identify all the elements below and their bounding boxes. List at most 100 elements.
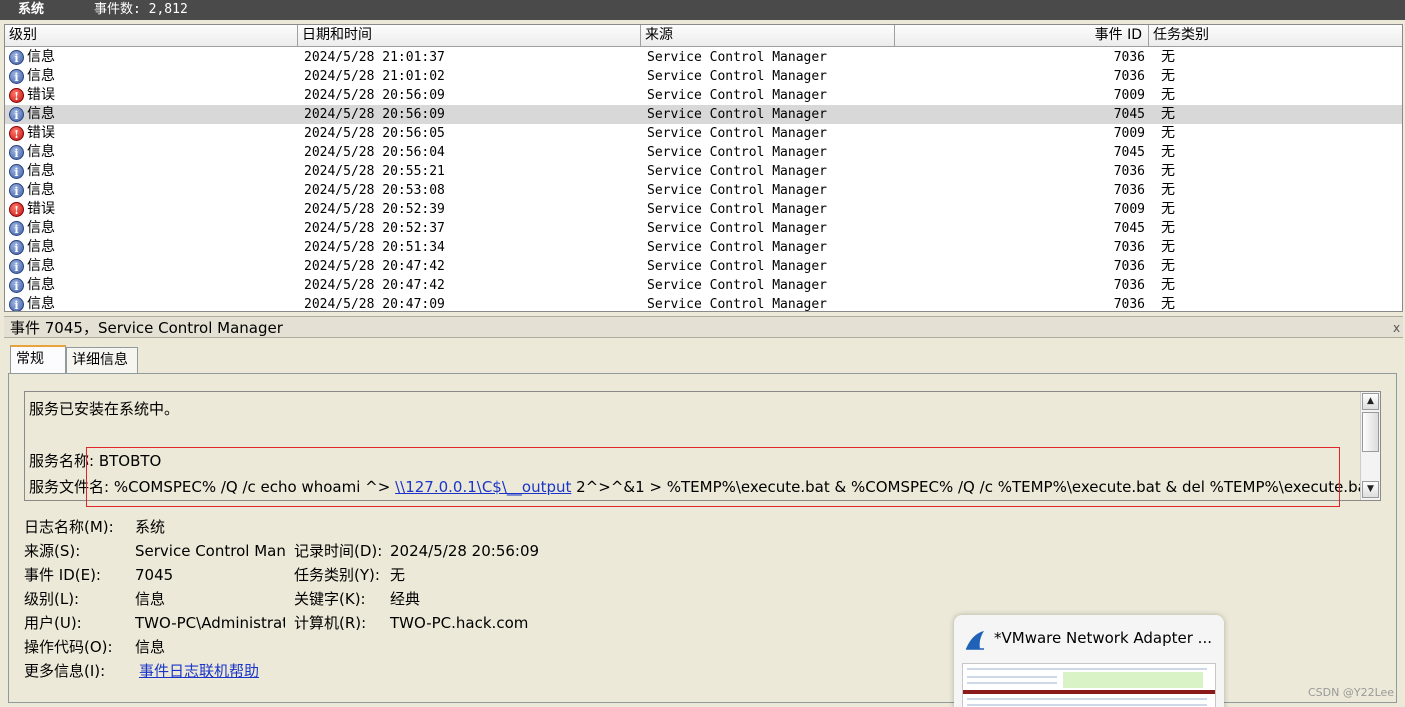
event-id-cell: 7045 bbox=[1113, 145, 1145, 160]
message-line: 服务已安装在系统中。 bbox=[29, 400, 180, 418]
service-name-value: BTOBTO bbox=[98, 452, 162, 470]
opcode-label: 操作代码(O): bbox=[24, 638, 113, 656]
source-cell: Service Control Manager bbox=[647, 221, 828, 236]
computer-label: 计算机(R): bbox=[294, 614, 367, 632]
event-list[interactable]: 级别 日期和时间 来源 事件 ID 任务类别 i 信息 2024/5/28 21:0… bbox=[4, 24, 1403, 312]
error-icon: ! bbox=[9, 202, 24, 217]
source-cell: Service Control Manager bbox=[647, 183, 828, 198]
detail-pane-title: 事件 7045，Service Control Manager x bbox=[4, 316, 1403, 338]
taskbar-thumbnail-popup[interactable]: *VMware Network Adapter ... bbox=[954, 615, 1224, 707]
source-cell: Service Control Manager bbox=[647, 202, 828, 217]
source-value: Service Control Man bbox=[135, 542, 285, 560]
level-text: 信息 bbox=[27, 144, 55, 160]
online-help-link[interactable]: 事件日志联机帮助 bbox=[139, 662, 259, 680]
level-text: 信息 bbox=[27, 220, 55, 236]
keywords-value: 经典 bbox=[390, 590, 421, 608]
level-text: 信息 bbox=[27, 258, 55, 274]
table-row[interactable]: i 信息 2024/5/28 20:47:42 Service Control Man… bbox=[5, 257, 1402, 276]
table-row[interactable]: i 信息 2024/5/28 20:47:09 Service Control Man… bbox=[5, 295, 1402, 312]
scroll-down-icon[interactable]: ▼ bbox=[1362, 481, 1379, 498]
event-id-cell: 7036 bbox=[1113, 69, 1145, 84]
table-row[interactable]: i 信息 2024/5/28 20:56:04 Service Control Man… bbox=[5, 143, 1402, 162]
event-id-cell: 7009 bbox=[1113, 88, 1145, 103]
column-header-event-id[interactable]: 事件 ID bbox=[895, 25, 1149, 46]
level-cell: i 信息 bbox=[9, 238, 55, 257]
event-id-cell: 7036 bbox=[1113, 164, 1145, 179]
log-name-label: 日志名称(M): bbox=[24, 518, 114, 536]
info-icon: i bbox=[9, 145, 24, 160]
level-cell: i 信息 bbox=[9, 181, 55, 200]
column-header-datetime[interactable]: 日期和时间 bbox=[298, 25, 641, 46]
logged-value: 2024/5/28 20:56:09 bbox=[390, 542, 540, 560]
event-id-cell: 7036 bbox=[1113, 278, 1145, 293]
thumb-line bbox=[967, 668, 1207, 670]
level-value: 信息 bbox=[135, 590, 166, 608]
level-text: 信息 bbox=[27, 296, 55, 312]
log-name-value: 系统 bbox=[135, 518, 166, 536]
event-message-box[interactable]: 服务已安装在系统中。 服务名称: BTOBTO 服务文件名: %COMSPEC%… bbox=[24, 391, 1381, 501]
log-name: 系统 bbox=[18, 2, 45, 17]
datetime-cell: 2024/5/28 20:47:42 bbox=[304, 278, 445, 293]
column-header-level[interactable]: 级别 bbox=[5, 25, 298, 46]
table-row[interactable]: i 信息 2024/5/28 20:56:09 Service Control Man… bbox=[5, 105, 1402, 124]
user-value: TWO-PC\Administrat bbox=[135, 614, 285, 632]
table-row[interactable]: i 信息 2024/5/28 21:01:02 Service Control Man… bbox=[5, 67, 1402, 86]
table-row[interactable]: i 信息 2024/5/28 20:47:42 Service Control Man… bbox=[5, 276, 1402, 295]
thumb-line bbox=[967, 676, 1057, 678]
more-info-label: 更多信息(I): bbox=[24, 662, 106, 680]
task-value: 无 bbox=[390, 566, 406, 584]
event-id-cell: 7036 bbox=[1113, 183, 1145, 198]
column-header-source[interactable]: 来源 bbox=[641, 25, 895, 46]
level-text: 信息 bbox=[27, 163, 55, 179]
datetime-cell: 2024/5/28 21:01:37 bbox=[304, 50, 445, 65]
table-row[interactable]: i 信息 2024/5/28 21:01:37 Service Control Man… bbox=[5, 48, 1402, 67]
log-title-bar: 系统 事件数: 2,812 bbox=[0, 0, 1405, 20]
level-cell: ! 错误 bbox=[9, 86, 55, 105]
error-icon: ! bbox=[9, 88, 24, 103]
table-row[interactable]: i 信息 2024/5/28 20:52:37 Service Control Man… bbox=[5, 219, 1402, 238]
task-cell: 无 bbox=[1161, 239, 1175, 255]
scroll-thumb[interactable] bbox=[1362, 412, 1379, 452]
tab-details[interactable]: 详细信息 bbox=[66, 347, 138, 373]
window-preview-thumbnail[interactable] bbox=[962, 663, 1216, 707]
event-id-cell: 7036 bbox=[1113, 50, 1145, 65]
tab-general[interactable]: 常规 bbox=[10, 345, 66, 373]
table-row[interactable]: i 信息 2024/5/28 20:53:08 Service Control Man… bbox=[5, 181, 1402, 200]
source-label: 来源(S): bbox=[24, 542, 81, 560]
task-label: 任务类别(Y): bbox=[294, 566, 380, 584]
thumb-line bbox=[967, 682, 1057, 684]
event-id-cell: 7045 bbox=[1113, 221, 1145, 236]
table-row[interactable]: ! 错误 2024/5/28 20:56:09 Service Control Man… bbox=[5, 86, 1402, 105]
close-icon[interactable]: x bbox=[1393, 317, 1403, 339]
message-scrollbar[interactable]: ▲ ▼ bbox=[1360, 392, 1380, 500]
thumb-highlight-area bbox=[1063, 672, 1203, 688]
source-cell: Service Control Manager bbox=[647, 164, 828, 179]
datetime-cell: 2024/5/28 20:51:34 bbox=[304, 240, 445, 255]
scroll-up-icon[interactable]: ▲ bbox=[1362, 393, 1379, 410]
service-file-link[interactable]: \\127.0.0.1\C$\__output bbox=[395, 478, 571, 496]
table-row[interactable]: ! 错误 2024/5/28 20:56:05 Service Control Man… bbox=[5, 124, 1402, 143]
task-cell: 无 bbox=[1161, 106, 1175, 122]
level-text: 信息 bbox=[27, 277, 55, 293]
event-id-cell: 7036 bbox=[1113, 297, 1145, 312]
column-header-task[interactable]: 任务类别 bbox=[1149, 25, 1402, 46]
task-cell: 无 bbox=[1161, 144, 1175, 160]
datetime-cell: 2024/5/28 20:56:04 bbox=[304, 145, 445, 160]
table-row[interactable]: i 信息 2024/5/28 20:51:34 Service Control Man… bbox=[5, 238, 1402, 257]
error-icon: ! bbox=[9, 126, 24, 141]
level-cell: ! 错误 bbox=[9, 124, 55, 143]
event-id-label: 事件 ID(E): bbox=[24, 566, 101, 584]
detail-title-text: 事件 7045，Service Control Manager bbox=[10, 319, 283, 337]
table-row[interactable]: ! 错误 2024/5/28 20:52:39 Service Control Man… bbox=[5, 200, 1402, 219]
table-row[interactable]: i 信息 2024/5/28 20:55:21 Service Control Man… bbox=[5, 162, 1402, 181]
level-text: 错误 bbox=[27, 87, 55, 103]
datetime-cell: 2024/5/28 20:53:08 bbox=[304, 183, 445, 198]
level-text: 信息 bbox=[27, 49, 55, 65]
info-icon: i bbox=[9, 183, 24, 198]
datetime-cell: 2024/5/28 21:01:02 bbox=[304, 69, 445, 84]
more-info-value: 事件日志联机帮助 bbox=[139, 659, 259, 683]
thumb-line bbox=[967, 704, 1207, 706]
event-count: 事件数: 2,812 bbox=[94, 2, 188, 17]
keywords-label: 关键字(K): bbox=[294, 590, 366, 608]
info-icon: i bbox=[9, 69, 24, 84]
